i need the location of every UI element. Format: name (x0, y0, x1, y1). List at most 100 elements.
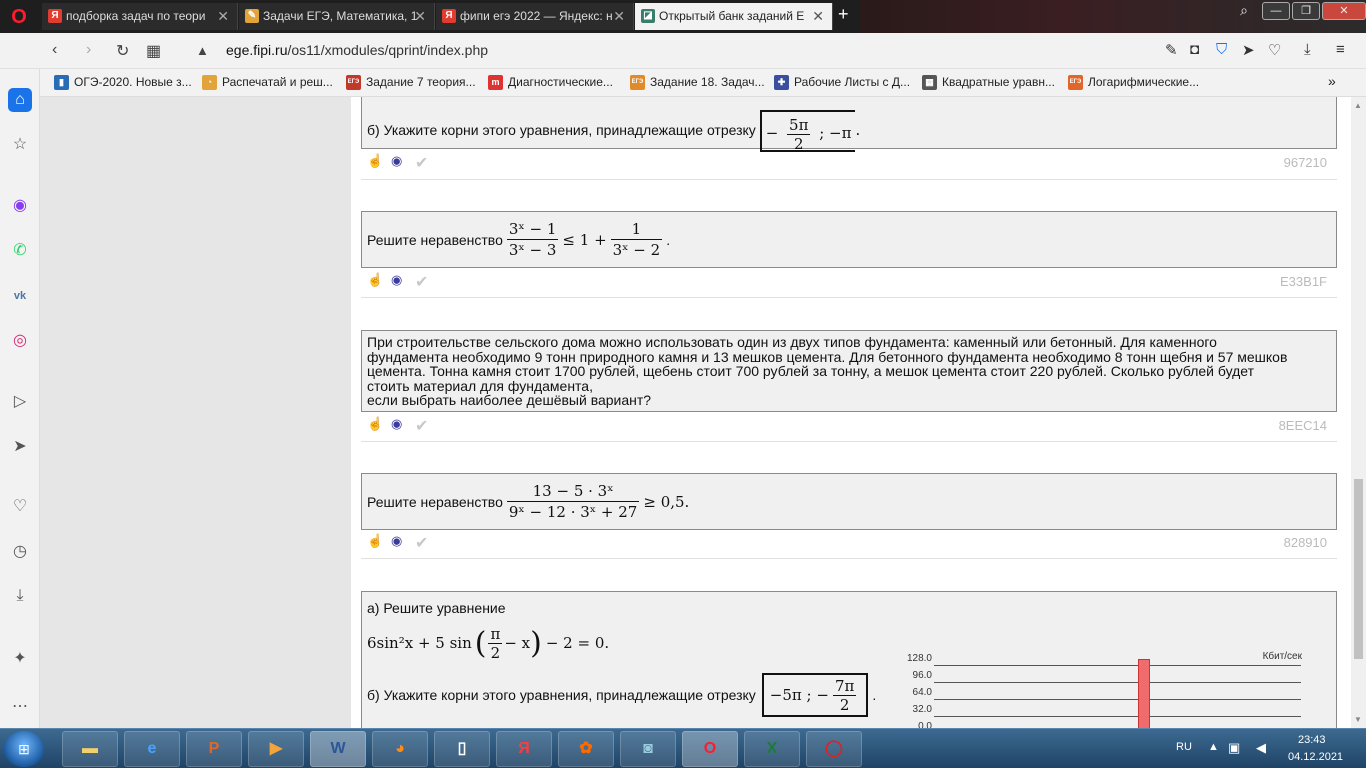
scroll-up-icon[interactable]: ▲ (1354, 101, 1362, 110)
close-tab-icon[interactable]: ✕ (812, 3, 824, 30)
vk-icon[interactable]: vk (8, 284, 32, 308)
film-icon[interactable]: ✿ (558, 731, 614, 767)
task-sheet: б) Укажите корни этого уравнения, принад… (351, 97, 1351, 728)
bookmark-zadanie18[interactable]: ЕГЭ Задание 18. Задач... (630, 75, 765, 90)
bookmark-diagnostic[interactable]: m Диагностические... (488, 75, 613, 90)
task-card: Решите неравенство 13 − 5 · 3ˣ 9ˣ − 12 · … (361, 473, 1337, 530)
scroll-down-icon[interactable]: ▼ (1354, 715, 1362, 724)
tab-3[interactable]: Я фипи егэ 2022 — Яндекс: н ✕ (436, 3, 634, 30)
media-player-icon[interactable]: ▶ (248, 731, 304, 767)
hand-icon[interactable]: ☝ (367, 153, 383, 169)
task-actions: ☝ ◉ ✔ E33B1F (363, 272, 1339, 292)
edit-icon[interactable]: ✎ (1165, 41, 1178, 59)
eye-icon[interactable]: ◉ (391, 272, 402, 288)
yandex-icon[interactable]: Я (496, 731, 552, 767)
clock-icon: ◔ (202, 75, 217, 90)
history-icon[interactable]: ◷ (8, 540, 32, 564)
heart-icon[interactable]: ♡ (1268, 41, 1281, 59)
segment-math: − 5π 2 ; −π . (759, 110, 860, 153)
more-icon[interactable]: ⋯ (8, 695, 32, 719)
start-button[interactable]: ⊞ (4, 731, 44, 767)
check-icon[interactable]: ✔ (415, 416, 428, 436)
whatsapp-icon[interactable]: ✆ (8, 239, 32, 263)
puzzle-icon: ✚ (774, 75, 789, 90)
hand-icon[interactable]: ☝ (367, 272, 383, 288)
vertical-scrollbar[interactable]: ▲ ▼ (1351, 97, 1366, 728)
tab-4-active[interactable]: ◪ Открытый банк заданий Е ✕ (635, 3, 833, 30)
reload-icon[interactable]: ↻ (116, 41, 129, 61)
tray-arrow-icon[interactable]: ▲ (1208, 741, 1219, 753)
tab-1[interactable]: Я подборка задач по теори ✕ (42, 3, 238, 30)
forward-icon[interactable]: › (86, 41, 91, 59)
clock-time[interactable]: 23:43 (1298, 734, 1326, 746)
eye-icon[interactable]: ◉ (391, 416, 402, 432)
back-icon[interactable]: ‹ (52, 41, 57, 59)
tab-grid-icon[interactable]: ▦ (146, 41, 161, 61)
send-icon[interactable]: ➤ (1242, 41, 1255, 59)
language-indicator[interactable]: RU (1176, 741, 1192, 753)
yandex-favicon-icon: Я (442, 9, 456, 23)
search-tabs-icon[interactable]: ⌕ (1230, 2, 1258, 20)
hand-icon[interactable]: ☝ (367, 533, 383, 549)
firefox-icon[interactable]: ◕ (372, 731, 428, 767)
check-icon[interactable]: ✔ (415, 533, 428, 553)
minimize-button[interactable]: — (1262, 2, 1290, 20)
task-line: цемента. Тонна камня стоит 1700 рублей, … (367, 363, 1255, 379)
bookmark-raspechatay[interactable]: ◔ Распечатай и реш... (202, 75, 333, 90)
powerpoint-icon[interactable]: P (186, 731, 242, 767)
document-icon[interactable]: ▯ (434, 731, 490, 767)
ie-icon[interactable]: e (124, 731, 180, 767)
maximize-button[interactable]: ❐ (1292, 2, 1320, 20)
camera-icon[interactable]: ◘ (1190, 41, 1199, 58)
opera-gx-icon[interactable]: ◯ (806, 731, 862, 767)
bookmark-oge[interactable]: ▮ ОГЭ-2020. Новые з... (54, 75, 192, 90)
adblock-shield-icon[interactable]: ⛉ (1216, 41, 1227, 58)
scroll-thumb[interactable] (1354, 479, 1363, 659)
tab-label: фипи егэ 2022 — Яндекс: н (460, 9, 613, 23)
network-icon[interactable]: ▣ (1228, 740, 1240, 756)
excel-icon[interactable]: X (744, 731, 800, 767)
bookmark-quadratic[interactable]: ▦ Квадратные уравн... (922, 75, 1055, 90)
heart-icon[interactable]: ♡ (8, 495, 32, 519)
url-field[interactable]: ege.fipi.ru/os11/xmodules/qprint/index.p… (226, 42, 488, 58)
eye-icon[interactable]: ◉ (391, 533, 402, 549)
new-tab-icon[interactable]: + (838, 4, 849, 25)
home-icon[interactable]: ⌂ (8, 88, 32, 112)
explorer-icon[interactable]: ▬ (62, 731, 118, 767)
word-icon[interactable]: W (310, 731, 366, 767)
bookmark-zadanie7[interactable]: ЕГЭ Задание 7 теория... (346, 75, 476, 90)
messenger-icon[interactable]: ◉ (8, 194, 32, 218)
task-card: При строительстве сельского дома можно и… (361, 330, 1337, 412)
player-icon[interactable]: ▷ (8, 390, 32, 414)
ege-icon: ЕГЭ (346, 75, 361, 90)
send-icon[interactable]: ➤ (8, 435, 32, 459)
tab-2[interactable]: ✎ Задачи ЕГЭ, Математика, 1 ✕ (239, 3, 435, 30)
task-line: При строительстве сельского дома можно и… (367, 334, 1217, 350)
lightbulb-icon[interactable]: ✦ (8, 647, 32, 671)
opera-menu-icon[interactable]: O (8, 6, 30, 28)
close-tab-icon[interactable]: ✕ (217, 3, 229, 30)
bookmark-logarithmic[interactable]: ЕГЭ Логарифмические... (1068, 75, 1199, 90)
opera-taskbar-icon[interactable]: O (682, 731, 738, 767)
app-icon[interactable]: ◙ (620, 731, 676, 767)
close-tab-icon[interactable]: ✕ (414, 3, 426, 30)
close-window-button[interactable]: ✕ (1322, 2, 1366, 20)
check-icon[interactable]: ✔ (415, 272, 428, 292)
instagram-icon[interactable]: ◎ (8, 329, 32, 353)
eye-icon[interactable]: ◉ (391, 153, 402, 169)
download-icon[interactable]: ⤓ (1304, 41, 1311, 58)
close-tab-icon[interactable]: ✕ (613, 3, 625, 30)
download-icon[interactable]: ⤓ (8, 584, 32, 608)
yandex-favicon-icon: Я (48, 9, 62, 23)
warning-icon[interactable]: ▲ (196, 43, 209, 58)
more-bookmarks-icon[interactable]: » (1328, 73, 1336, 89)
task-part-b: б) Укажите корни этого уравнения, принад… (367, 687, 756, 703)
hand-icon[interactable]: ☝ (367, 416, 383, 432)
task-part-a: а) Решите уравнение (367, 600, 506, 616)
clock-date[interactable]: 04.12.2021 (1288, 751, 1343, 763)
check-icon[interactable]: ✔ (415, 153, 428, 173)
volume-icon[interactable]: ◀ (1256, 740, 1266, 756)
menu-icon[interactable]: ≡ (1336, 41, 1345, 58)
star-icon[interactable]: ☆ (8, 133, 32, 157)
bookmark-worksheets[interactable]: ✚ Рабочие Листы с Д... (774, 75, 910, 90)
